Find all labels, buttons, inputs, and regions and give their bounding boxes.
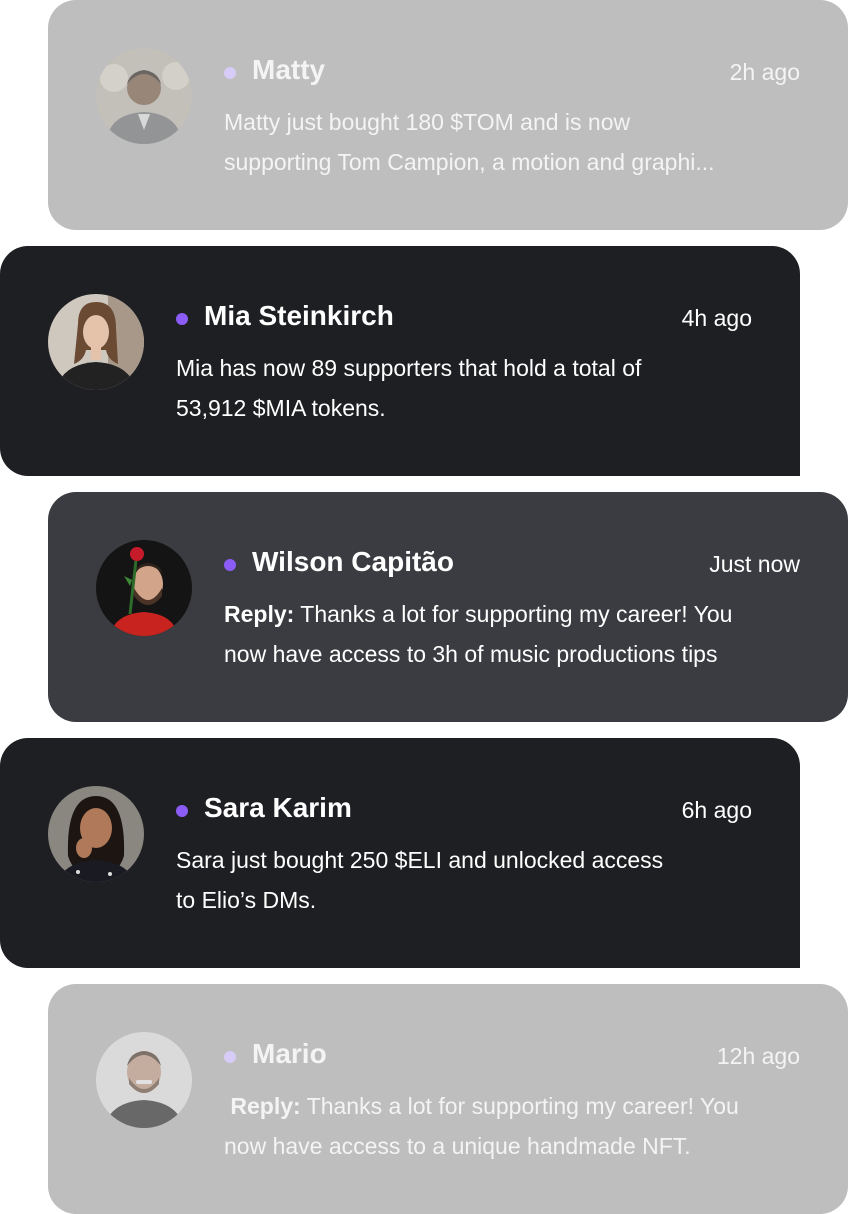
message-line: to Elio’s DMs. [176,887,317,913]
avatar[interactable] [96,540,192,636]
message-line: Reply: Thanks a lot for supporting my ca… [224,594,800,634]
unread-dot [224,1051,236,1063]
timestamp: 4h ago [681,305,752,331]
message-line: Mia has now 89 supporters that hold a to… [176,355,642,381]
notification-message: Reply: Thanks a lot for supporting my ca… [224,594,800,674]
avatar-photo-icon [96,1032,192,1128]
message-line: Matty just bought 180 $TOM and is now [224,109,631,135]
message-line: supporting Tom Campion, a motion and gra… [224,149,715,175]
reply-label: Reply: [224,601,295,627]
notification-body: Matty 2h ago Matty just bought 180 $TOM … [224,50,800,182]
notification-card[interactable]: Matty 2h ago Matty just bought 180 $TOM … [48,0,848,230]
reply-label: Reply: [230,1093,301,1119]
notification-message: Mia has now 89 supporters that hold a to… [176,348,752,428]
notification-message: Matty just bought 180 $TOM and is now su… [224,102,800,182]
notification-card[interactable]: Mia Steinkirch 4h ago Mia has now 89 sup… [0,246,800,476]
user-name[interactable]: Matty [252,54,325,86]
timestamp: 12h ago [716,1043,800,1069]
avatar[interactable] [48,294,144,390]
user-name[interactable]: Mia Steinkirch [204,300,394,332]
user-name[interactable]: Sara Karim [204,792,352,824]
notification-card[interactable]: Sara Karim 6h ago Sara just bought 250 $… [0,738,800,968]
message-line: now have access to a unique handmade NFT… [224,1133,691,1159]
notification-card[interactable]: Wilson Capitão Just now Reply: Thanks a … [48,492,848,722]
notification-body: Mario 12h ago Reply: Thanks a lot for su… [224,1034,800,1166]
notification-feed: Matty 2h ago Matty just bought 180 $TOM … [0,0,848,1214]
notification-body: Sara Karim 6h ago Sara just bought 250 $… [176,788,752,920]
unread-dot [176,805,188,817]
unread-dot [176,313,188,325]
timestamp: 2h ago [729,59,800,85]
notification-card[interactable]: Mario 12h ago Reply: Thanks a lot for su… [48,984,848,1214]
avatar-photo-icon [96,540,192,636]
avatar[interactable] [96,1032,192,1128]
unread-dot [224,67,236,79]
user-name[interactable]: Mario [252,1038,327,1070]
avatar-photo-icon [96,48,192,144]
message-line: Reply: Thanks a lot for supporting my ca… [224,1086,800,1126]
avatar-photo-icon [48,294,144,390]
avatar[interactable] [96,48,192,144]
reply-text: Thanks a lot for supporting my career! Y… [300,1093,739,1119]
unread-dot [224,559,236,571]
avatar[interactable] [48,786,144,882]
message-line: now have access to 3h of music productio… [224,641,718,667]
reply-text: Thanks a lot for supporting my career! Y… [294,601,733,627]
timestamp: Just now [709,551,800,577]
avatar-photo-icon [48,786,144,882]
notification-body: Wilson Capitão Just now Reply: Thanks a … [224,542,800,674]
notification-body: Mia Steinkirch 4h ago Mia has now 89 sup… [176,296,752,428]
timestamp: 6h ago [681,797,752,823]
message-line: Sara just bought 250 $ELI and unlocked a… [176,847,664,873]
notification-message: Reply: Thanks a lot for supporting my ca… [224,1086,800,1166]
notification-message: Sara just bought 250 $ELI and unlocked a… [176,840,752,920]
user-name[interactable]: Wilson Capitão [252,546,454,578]
message-line: 53,912 $MIA tokens. [176,395,386,421]
